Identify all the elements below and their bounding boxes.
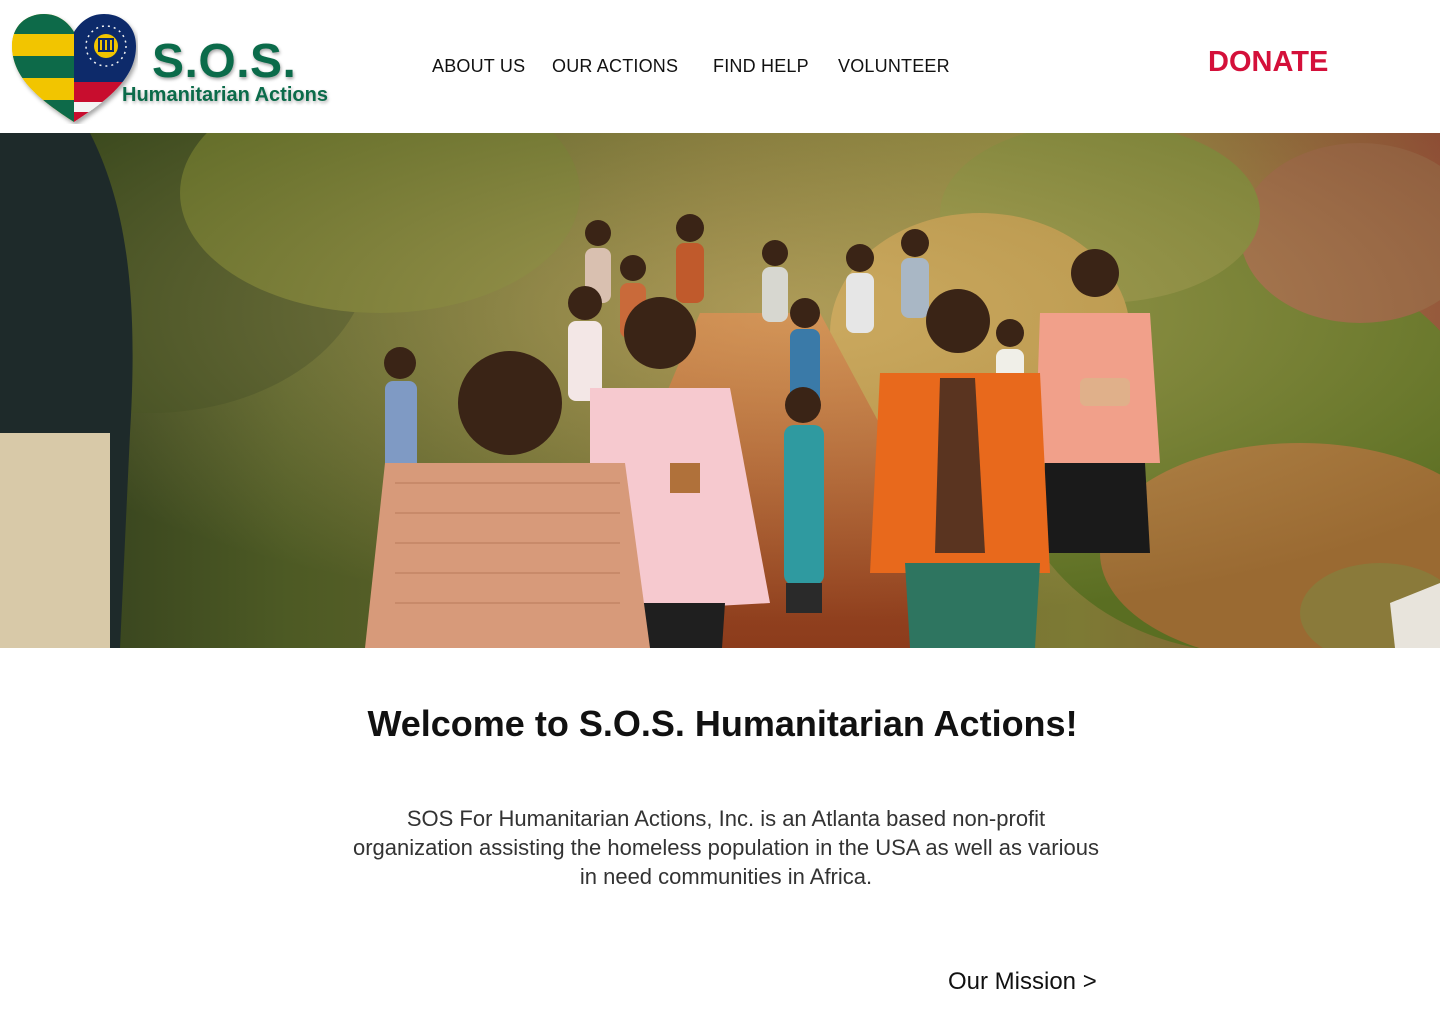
main-nav: ABOUT US OUR ACTIONS FIND HELP VOLUNTEER bbox=[0, 56, 1000, 80]
hero-photo bbox=[0, 133, 1440, 648]
hero-image bbox=[0, 133, 1440, 648]
site-header: S.O.S. Humanitarian Actions ABOUT US OUR… bbox=[0, 0, 1440, 133]
nav-our-actions[interactable]: OUR ACTIONS bbox=[552, 56, 678, 77]
nav-volunteer[interactable]: VOLUNTEER bbox=[838, 56, 950, 77]
welcome-heading: Welcome to S.O.S. Humanitarian Actions! bbox=[367, 703, 1078, 744]
logo-subtitle: Humanitarian Actions bbox=[122, 84, 328, 106]
nav-about-us[interactable]: ABOUT US bbox=[432, 56, 525, 77]
donate-button[interactable]: DONATE bbox=[1208, 46, 1328, 79]
our-mission-link[interactable]: Our Mission > bbox=[948, 968, 1097, 996]
intro-paragraph: SOS For Humanitarian Actions, Inc. is an… bbox=[353, 806, 1099, 889]
nav-find-help[interactable]: FIND HELP bbox=[713, 56, 809, 77]
